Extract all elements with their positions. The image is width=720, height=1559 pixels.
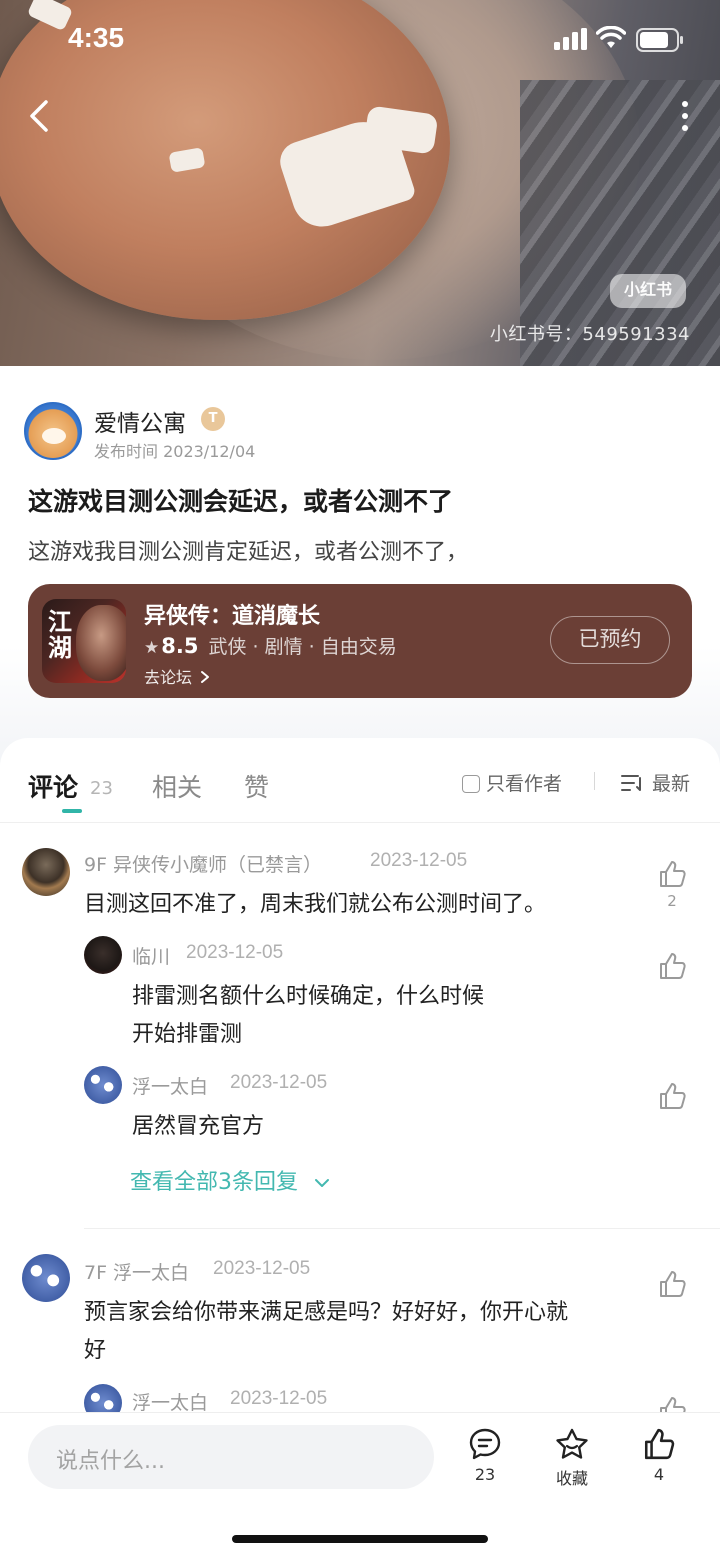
- sort-icon: [621, 775, 641, 791]
- game-icon: 江湖: [42, 599, 126, 683]
- post-title: 这游戏目测公测会延迟，或者公测不了: [28, 487, 454, 516]
- tab-likes[interactable]: 赞: [244, 768, 269, 804]
- chevron-right-icon: [201, 671, 210, 683]
- comment-avatar[interactable]: [22, 848, 70, 896]
- reply-text: 居然冒充官方: [132, 1114, 265, 1139]
- thumbs-up-icon: [644, 1428, 675, 1460]
- reply-avatar[interactable]: [84, 936, 122, 974]
- favorite-button[interactable]: 收藏: [540, 1427, 604, 1489]
- comment-text: 好: [84, 1338, 107, 1363]
- post-content: 爱情公寓 T 发布时间 2023/12/04 这游戏目测公测会延迟，或者公测不了…: [0, 366, 720, 766]
- image-watermark: 小红书号：549591334: [489, 324, 690, 345]
- tab-comments[interactable]: 评论: [28, 768, 78, 804]
- game-card[interactable]: 江湖 异侠传：道消魔长 ★8.5 武侠 · 剧情 · 自由交易 去论坛 已预约: [28, 584, 692, 698]
- like-button[interactable]: 4: [627, 1427, 691, 1484]
- battery-icon: [636, 28, 683, 52]
- game-meta: ★8.5 武侠 · 剧情 · 自由交易: [144, 632, 397, 659]
- comment-count: 23: [474, 1465, 496, 1484]
- back-icon[interactable]: [22, 96, 58, 136]
- game-name: 异侠传：道消魔长: [144, 604, 321, 629]
- like-icon[interactable]: [656, 858, 688, 890]
- checkbox-icon[interactable]: [462, 775, 480, 793]
- like-icon[interactable]: [656, 950, 688, 982]
- comment-avatar[interactable]: [22, 1254, 70, 1302]
- xiaohongshu-badge: 小红书: [610, 274, 686, 308]
- comment-text: 预言家会给你带来满足感是吗？好好好，你开心就: [84, 1300, 569, 1325]
- divider: [594, 772, 595, 790]
- like-icon[interactable]: [656, 1080, 688, 1112]
- comment-icon: [469, 1428, 501, 1460]
- comment-button[interactable]: 23: [453, 1427, 517, 1484]
- reply-text: 开始排雷测: [132, 1022, 243, 1047]
- comment-input[interactable]: 说点什么...: [28, 1425, 434, 1489]
- reply-date: 2023-12-05: [230, 1388, 328, 1409]
- star-outline-icon: [556, 1428, 588, 1459]
- status-bar: 4:35: [0, 0, 720, 80]
- home-indicator: [232, 1535, 488, 1543]
- star-icon: ★: [144, 638, 160, 658]
- only-author-toggle[interactable]: 只看作者: [462, 769, 562, 796]
- comment-date: 2023-12-05: [213, 1258, 311, 1279]
- reserved-button[interactable]: 已预约: [550, 616, 670, 664]
- comment-input-placeholder: 说点什么...: [56, 1449, 165, 1474]
- comment-tabs: 评论 23 相关 赞 只看作者 最新: [0, 738, 720, 823]
- like-icon[interactable]: [656, 1268, 688, 1300]
- favorite-label: 收藏: [555, 1469, 588, 1488]
- game-tags: 武侠 · 剧情 · 自由交易: [208, 636, 397, 658]
- only-author-label: 只看作者: [486, 773, 563, 795]
- signal-icon: [554, 28, 587, 50]
- comments-count: 23: [90, 778, 113, 799]
- game-score: 8.5: [161, 634, 199, 658]
- forum-link[interactable]: 去论坛: [144, 664, 211, 688]
- author-avatar[interactable]: [24, 402, 82, 460]
- reply-text: 排雷测名额什么时候确定，什么时候: [132, 984, 485, 1009]
- publish-time: 发布时间 2023/12/04: [94, 442, 256, 461]
- comment-divider: [84, 1228, 720, 1229]
- more-icon[interactable]: [670, 98, 700, 134]
- like-count: 2: [667, 892, 677, 910]
- reply-author[interactable]: 临川: [132, 942, 170, 969]
- game-icon-character: [76, 605, 126, 681]
- forum-link-label: 去论坛: [144, 668, 193, 687]
- comment-floor-author[interactable]: 9F 异侠传小魔师（已禁言）: [84, 850, 322, 877]
- comments-panel: 评论 23 相关 赞 只看作者 最新 9F 异侠传小魔师（已禁言） 2023-1…: [0, 738, 720, 1418]
- reply-date: 2023-12-05: [230, 1072, 328, 1093]
- sort-label: 最新: [652, 773, 691, 795]
- author-level-badge: T: [201, 407, 225, 431]
- expand-replies-link[interactable]: 查看全部3条回复: [130, 1164, 331, 1196]
- wifi-icon: [596, 26, 626, 48]
- tab-related[interactable]: 相关: [152, 768, 202, 804]
- reply-author[interactable]: 浮一太白: [132, 1072, 208, 1099]
- sort-button[interactable]: 最新: [620, 769, 690, 796]
- comment-floor-author[interactable]: 7F 浮一太白: [84, 1258, 189, 1285]
- reply-avatar[interactable]: [84, 1066, 122, 1104]
- comment-date: 2023-12-05: [370, 850, 468, 871]
- post-image[interactable]: 小红书 小红书号：549591334 4:35: [0, 0, 720, 366]
- game-icon-text: 江湖: [48, 608, 72, 662]
- like-count: 4: [653, 1465, 665, 1484]
- comment-text: 目测这回不准了，周末我们就公布公测时间了。: [84, 892, 547, 917]
- reply-author[interactable]: 浮一太白: [132, 1388, 208, 1415]
- author-name[interactable]: 爱情公寓: [94, 404, 186, 438]
- reply-date: 2023-12-05: [186, 942, 284, 963]
- status-time: 4:35: [68, 22, 125, 53]
- bottom-action-bar: 说点什么... 23 收藏 4: [0, 1412, 720, 1559]
- chevron-down-icon: [315, 1179, 329, 1187]
- expand-replies-label: 查看全部3条回复: [130, 1170, 298, 1195]
- tab-underline: [62, 809, 82, 813]
- post-body: 这游戏我目测公测肯定延迟，或者公测不了，: [28, 540, 469, 565]
